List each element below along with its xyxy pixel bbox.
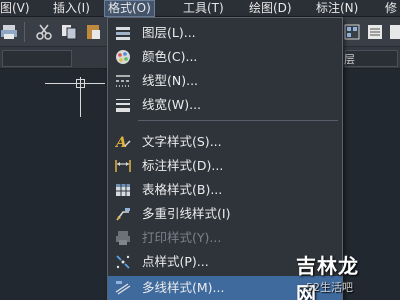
- cut-icon[interactable]: [35, 23, 53, 41]
- menu-insert[interactable]: 插入(I): [53, 0, 90, 17]
- menu-item-layer-label: 图层(L)...: [142, 25, 196, 40]
- linetype-icon: [116, 75, 130, 87]
- print-style-icon: [116, 231, 130, 245]
- menu-item-point-style-label: 点样式(P)...: [142, 254, 209, 269]
- menu-item-dimension-style[interactable]: 标注样式(D)...: [108, 154, 342, 178]
- menu-item-lineweight[interactable]: 线宽(W)...: [108, 93, 342, 117]
- menu-dimension[interactable]: 标注(N): [316, 0, 358, 17]
- print-icon[interactable]: [0, 23, 18, 41]
- menu-item-text-style-label: 文字样式(S)...: [142, 134, 222, 149]
- table-style-icon: [116, 184, 130, 196]
- menu-tools[interactable]: 工具(T): [183, 0, 224, 17]
- paste-icon[interactable]: [84, 23, 102, 41]
- multiline-style-icon: [115, 281, 131, 295]
- grid-view-icon[interactable]: [343, 23, 361, 41]
- crosshair-horizontal: [45, 83, 105, 84]
- dimension-style-icon: [115, 160, 131, 172]
- layer-combo-right[interactable]: 层: [344, 50, 398, 67]
- menu-draw[interactable]: 绘图(D): [249, 0, 292, 17]
- menu-separator: [138, 120, 338, 121]
- watermark-logo: 吉林龙网: [296, 254, 359, 300]
- menu-modify[interactable]: 修: [385, 0, 397, 17]
- crosshair-pickbox: [76, 79, 85, 88]
- menu-item-table-style[interactable]: 表格样式(B)...: [108, 178, 342, 202]
- properties-icon[interactable]: [366, 23, 384, 41]
- menu-item-text-style[interactable]: A 文字样式(S)...: [108, 130, 342, 154]
- menu-item-multileader-style[interactable]: 多重引线样式(I): [108, 202, 342, 226]
- menu-item-multileader-style-label: 多重引线样式(I): [142, 206, 231, 221]
- menu-bar: 图(V) 插入(I) 格式(O) 工具(T) 绘图(D) 标注(N) 修: [0, 0, 400, 17]
- menu-item-layer[interactable]: 图层(L)...: [108, 21, 342, 45]
- menu-item-lineweight-label: 线宽(W)...: [142, 97, 202, 112]
- layer-label-fragment: 层: [344, 53, 355, 66]
- menu-item-color-label: 颜色(C)...: [142, 49, 198, 64]
- toolbar-overflow-icon[interactable]: [388, 23, 400, 41]
- menu-format[interactable]: 格式(O): [104, 0, 155, 17]
- text-style-icon: A: [114, 135, 131, 151]
- menu-item-print-style-label: 打印样式(Y)...: [142, 230, 222, 245]
- menu-item-linetype[interactable]: 线型(N)...: [108, 69, 342, 93]
- svg-text:A: A: [114, 135, 127, 151]
- layers-icon: [116, 27, 130, 40]
- point-style-icon: [116, 255, 130, 269]
- menu-view[interactable]: 图(V): [0, 0, 30, 17]
- toolbar-separator: [24, 22, 25, 42]
- menu-item-print-style: 打印样式(Y)...: [108, 226, 342, 250]
- menu-item-linetype-label: 线型(N)...: [142, 73, 199, 88]
- menu-item-color[interactable]: 颜色(C)...: [108, 45, 342, 69]
- menu-item-multiline-style-label: 多线样式(M)...: [142, 280, 225, 295]
- multileader-style-icon: [116, 208, 130, 221]
- menu-item-dimension-style-label: 标注样式(D)...: [142, 158, 224, 173]
- lineweight-icon: [116, 99, 130, 112]
- copy-icon[interactable]: [60, 23, 78, 41]
- menu-item-table-style-label: 表格样式(B)...: [142, 182, 223, 197]
- color-palette-icon: [116, 50, 130, 64]
- watermark-site-text: 52生活吧: [306, 281, 353, 294]
- layer-combo[interactable]: [2, 50, 72, 67]
